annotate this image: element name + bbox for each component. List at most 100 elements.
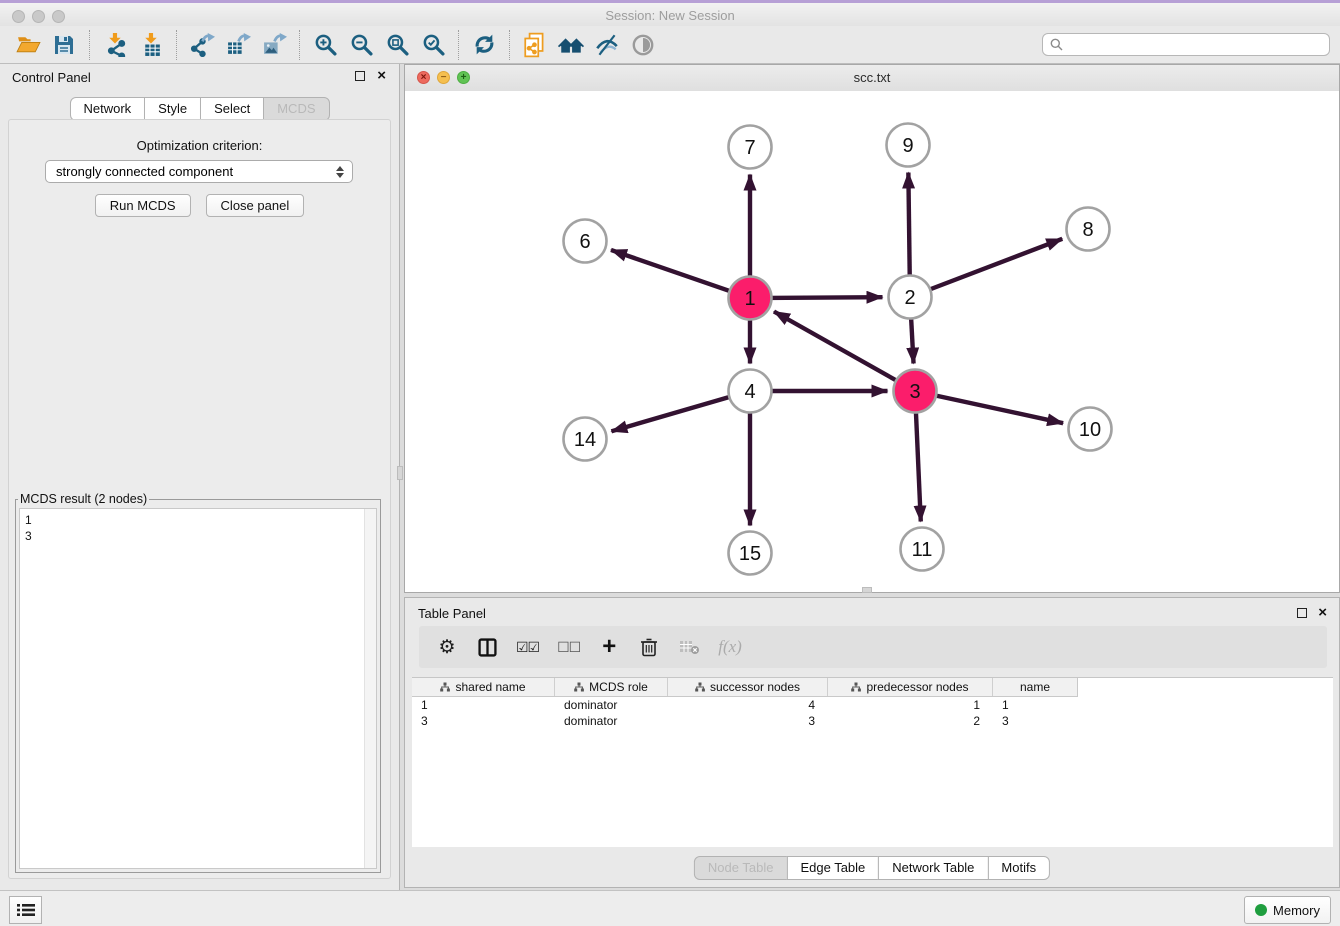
- delete-table-button[interactable]: [678, 634, 700, 660]
- column-header-successor-nodes[interactable]: successor nodes: [668, 678, 828, 696]
- delete-columns-button[interactable]: [638, 634, 660, 660]
- float-table-panel-icon[interactable]: [1297, 608, 1307, 618]
- import-network-icon: [103, 32, 128, 57]
- zoom-fit-button[interactable]: [379, 29, 415, 61]
- graph-edge-2-8[interactable]: [926, 239, 1062, 291]
- graph-edge-2-3[interactable]: [911, 314, 914, 363]
- graph-edge-2-9[interactable]: [908, 172, 909, 279]
- splitter-handle-horizontal[interactable]: [862, 587, 872, 593]
- control-panel-header: Control Panel ×: [0, 64, 399, 90]
- network-title: scc.txt: [405, 70, 1339, 85]
- show-glyph-button[interactable]: [625, 29, 661, 61]
- tab-mcds[interactable]: MCDS: [263, 97, 329, 121]
- table-tab-edge-table[interactable]: Edge Table: [786, 856, 879, 880]
- table-cell[interactable]: 1: [828, 697, 993, 713]
- graph-edge-3-10[interactable]: [932, 395, 1063, 423]
- network-window-titlebar[interactable]: × − + scc.txt: [405, 65, 1339, 92]
- export-image-button[interactable]: [256, 29, 292, 61]
- column-tree-icon: [695, 682, 705, 692]
- table-tab-node-table[interactable]: Node Table: [694, 856, 788, 880]
- open-file-button[interactable]: [10, 29, 46, 61]
- tab-style[interactable]: Style: [144, 97, 201, 121]
- column-layout-button[interactable]: [476, 634, 498, 660]
- table-cell[interactable]: 4: [668, 697, 828, 713]
- save-session-button[interactable]: [46, 29, 82, 61]
- table-cell[interactable]: dominator: [555, 697, 668, 713]
- homes-icon: [558, 32, 584, 58]
- table-cell[interactable]: 2: [828, 713, 993, 729]
- table-cell[interactable]: 3: [993, 713, 1077, 729]
- memory-button[interactable]: Memory: [1244, 896, 1331, 924]
- result-scrollbar[interactable]: [364, 509, 376, 868]
- zoom-in-button[interactable]: [307, 29, 343, 61]
- column-header-MCDS-role[interactable]: MCDS role: [555, 678, 668, 696]
- table-row[interactable]: 3dominator323: [412, 713, 1077, 729]
- run-mcds-button[interactable]: Run MCDS: [95, 194, 191, 217]
- refresh-button[interactable]: [466, 29, 502, 61]
- mcds-tab-content: Optimization criterion: strongly connect…: [8, 119, 391, 879]
- task-history-button[interactable]: [9, 896, 42, 924]
- float-panel-icon[interactable]: [355, 71, 365, 81]
- zoom-selected-button[interactable]: [415, 29, 451, 61]
- table-cell[interactable]: 1: [993, 697, 1077, 713]
- open-network-document-button[interactable]: [517, 29, 553, 61]
- close-table-panel-icon[interactable]: ×: [1318, 604, 1327, 622]
- column-header-predecessor-nodes[interactable]: predecessor nodes: [828, 678, 993, 696]
- table-cell[interactable]: 3: [412, 713, 555, 729]
- app-toolbar: [0, 26, 1340, 64]
- hide-eye-icon: [594, 32, 620, 58]
- search-input[interactable]: [1068, 37, 1322, 53]
- mcds-result-line: 1: [20, 512, 376, 528]
- table-settings-button[interactable]: ⚙: [436, 634, 458, 660]
- column-tree-icon: [440, 682, 450, 692]
- optimization-criterion-select[interactable]: strongly connected component: [45, 160, 353, 183]
- toolbar-search[interactable]: [1042, 33, 1330, 56]
- select-all-icon: ☑☑: [516, 639, 539, 656]
- column-header-name[interactable]: name: [993, 678, 1077, 696]
- table-row[interactable]: 1dominator411: [412, 697, 1077, 713]
- graph-edge-4-14[interactable]: [611, 396, 733, 431]
- deselect-all-button[interactable]: ☐☐: [557, 634, 580, 660]
- graph-edge-3-1[interactable]: [774, 312, 900, 383]
- add-column-button[interactable]: +: [598, 634, 620, 660]
- tab-network[interactable]: Network: [69, 97, 145, 121]
- tab-select[interactable]: Select: [200, 97, 264, 121]
- close-panel-button[interactable]: Close panel: [206, 194, 305, 217]
- table-panel-header: Table Panel ×: [405, 598, 1339, 624]
- graph-edge-1-6[interactable]: [611, 250, 733, 292]
- column-header-label: successor nodes: [710, 680, 800, 694]
- close-panel-icon[interactable]: ×: [377, 67, 386, 85]
- mcds-result-list[interactable]: 13: [19, 508, 377, 869]
- graph-node-label-15: 15: [739, 543, 761, 565]
- control-panel: Control Panel × NetworkStyleSelectMCDS O…: [0, 64, 400, 890]
- table-tab-network-table[interactable]: Network Table: [878, 856, 988, 880]
- table-cell[interactable]: 3: [668, 713, 828, 729]
- control-panel-tabs: NetworkStyleSelectMCDS: [69, 97, 329, 121]
- export-network-button[interactable]: [184, 29, 220, 61]
- function-builder-button[interactable]: f(x): [718, 634, 742, 660]
- document-network-icon: [522, 32, 548, 58]
- export-table-button[interactable]: [220, 29, 256, 61]
- table-panel-tabs: Node TableEdge TableNetwork TableMotifs: [694, 856, 1050, 880]
- export-table-icon: [226, 32, 251, 57]
- import-table-button[interactable]: [133, 29, 169, 61]
- graph-node-label-3: 3: [909, 381, 920, 403]
- home-cyndex-button[interactable]: [553, 29, 589, 61]
- import-network-button[interactable]: [97, 29, 133, 61]
- zoom-selected-icon: [421, 32, 446, 57]
- table-tab-motifs[interactable]: Motifs: [987, 856, 1050, 880]
- mcds-result-lines: 13: [20, 509, 376, 544]
- zoom-out-button[interactable]: [343, 29, 379, 61]
- status-bar: Memory: [0, 890, 1340, 926]
- plus-icon: +: [602, 637, 616, 657]
- network-canvas[interactable]: 1234678910111415: [405, 91, 1339, 592]
- hide-glyph-button[interactable]: [589, 29, 625, 61]
- column-header-shared-name[interactable]: shared name: [412, 678, 555, 696]
- graph-edge-1-2[interactable]: [767, 297, 882, 298]
- table-cell[interactable]: dominator: [555, 713, 668, 729]
- column-header-label: shared name: [455, 680, 525, 694]
- splitter-handle-vertical[interactable]: [397, 466, 403, 480]
- table-cell[interactable]: 1: [412, 697, 555, 713]
- graph-edge-3-11[interactable]: [916, 408, 921, 521]
- select-all-button[interactable]: ☑☑: [516, 634, 539, 660]
